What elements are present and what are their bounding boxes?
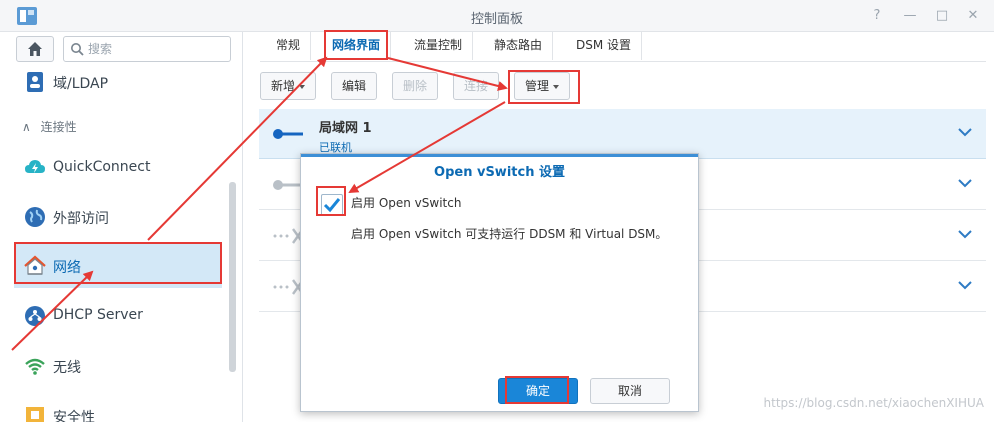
search-input[interactable] (88, 40, 226, 58)
ok-button[interactable]: 确定 (498, 378, 578, 404)
shield-icon (26, 407, 44, 422)
sidebar-scrollbar[interactable] (229, 182, 236, 372)
sidebar-item-label: 无线 (53, 360, 81, 376)
window-title: 控制面板 (470, 12, 523, 27)
minimize-icon[interactable]: — (901, 7, 919, 25)
interface-row-lan1[interactable]: 局域网 1 已联机 (259, 109, 986, 159)
dialog-title: Open vSwitch 设置 (301, 154, 698, 186)
dialog-description: 启用 Open vSwitch 可支持运行 DDSM 和 Virtual DSM… (351, 227, 668, 241)
tab-dsm-settings[interactable]: DSM 设置 (566, 32, 643, 60)
sidebar-item-wireless[interactable]: 无线 (14, 344, 222, 388)
sidebar-item-quickconnect[interactable]: QuickConnect (14, 146, 222, 190)
domain-ldap-icon (27, 72, 43, 92)
chevron-down-icon[interactable] (958, 229, 972, 239)
checkmark-icon (323, 198, 341, 213)
chevron-down-icon[interactable] (958, 280, 972, 290)
sidebar-item-label: 网络 (53, 260, 81, 276)
sidebar: 域/LDAP ∧ 连接性 QuickConnect 外部访问 网络 (0, 32, 243, 422)
delete-button[interactable]: 删除 (392, 72, 439, 100)
enable-open-vswitch-checkbox[interactable] (321, 194, 343, 216)
section-label: 连接性 (40, 120, 77, 134)
wifi-icon (25, 358, 45, 375)
caret-down-icon (553, 84, 560, 89)
sidebar-item-security[interactable]: 安全性 (14, 394, 222, 422)
tab-traffic-control[interactable]: 流量控制 (404, 32, 474, 60)
tab-bar: 常规 网络界面 流量控制 静态路由 DSM 设置 (260, 32, 986, 62)
connect-button[interactable]: 连接 (453, 72, 500, 100)
toolbar: 新增 编辑 删除 连接 管理 (260, 72, 986, 102)
close-icon[interactable]: ✕ (964, 7, 982, 25)
dhcp-server-icon (25, 306, 45, 326)
sidebar-item-external-access[interactable]: 外部访问 (14, 195, 222, 239)
sidebar-item-label: DHCP Server (53, 307, 143, 323)
home-icon (28, 42, 42, 56)
manage-label: 管理 (525, 79, 550, 93)
interface-title: 局域网 1 (319, 121, 372, 136)
connected-interface-icon (273, 129, 303, 139)
sidebar-item-label: QuickConnect (53, 159, 151, 175)
sidebar-item-label: 域/LDAP (53, 76, 109, 92)
cancel-button[interactable]: 取消 (590, 378, 670, 404)
watermark: https://blog.csdn.net/xiaochenXIHUA (763, 396, 984, 410)
create-button[interactable]: 新增 (260, 72, 317, 100)
chevron-down-icon[interactable] (958, 127, 972, 137)
tab-network-interface[interactable]: 网络界面 (322, 32, 392, 60)
maximize-icon[interactable]: □ (933, 7, 951, 25)
checkbox-label: 启用 Open vSwitch (351, 196, 462, 210)
help-icon[interactable]: ? (868, 7, 886, 25)
chevron-down-icon[interactable] (958, 178, 972, 188)
sidebar-item-label: 安全性 (53, 410, 95, 422)
quickconnect-cloud-icon (25, 160, 45, 173)
search-icon (71, 43, 84, 56)
home-button[interactable] (16, 36, 54, 62)
title-bar: 控制面板 ? — □ ✕ (0, 0, 994, 32)
sidebar-item-domain-ldap[interactable]: 域/LDAP (14, 60, 222, 104)
sidebar-item-network[interactable]: 网络 (14, 244, 222, 288)
sidebar-item-dhcp-server[interactable]: DHCP Server (14, 294, 222, 338)
tab-static-route[interactable]: 静态路由 (484, 32, 554, 60)
house-network-icon (24, 255, 46, 275)
open-vswitch-dialog: Open vSwitch 设置 启用 Open vSwitch 启用 Open … (300, 153, 699, 412)
section-header-connectivity[interactable]: ∧ 连接性 (22, 118, 77, 135)
edit-button[interactable]: 编辑 (331, 72, 378, 100)
search-box[interactable] (63, 36, 231, 62)
create-label: 新增 (271, 79, 296, 93)
manage-button[interactable]: 管理 (514, 72, 571, 100)
sidebar-item-label: 外部访问 (53, 211, 109, 227)
caret-down-icon (299, 84, 306, 89)
tab-general[interactable]: 常规 (266, 32, 312, 60)
chevron-up-icon: ∧ (22, 120, 31, 134)
globe-icon (25, 207, 45, 227)
